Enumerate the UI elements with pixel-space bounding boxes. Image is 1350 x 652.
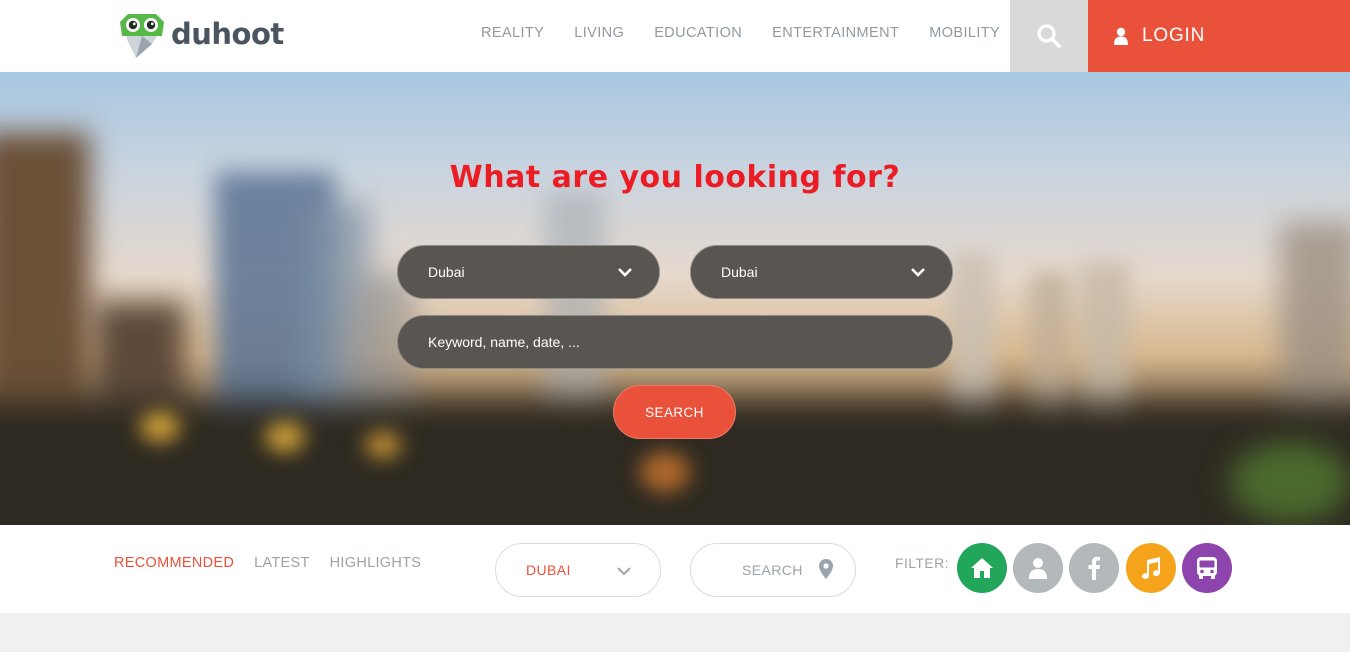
hero-title: What are you looking for? [449,160,901,195]
tab-highlights[interactable]: HIGHLIGHTS [320,555,432,571]
filter-mobility-button[interactable] [1182,543,1232,593]
filter-entertainment-button[interactable] [1126,543,1176,593]
login-label: LOGIN [1142,25,1206,46]
filter-social-button[interactable] [1069,543,1119,593]
logo-wordmark: duhoot [171,17,284,51]
nav-item-education[interactable]: EDUCATION [639,25,757,41]
main-nav: REALITY LIVING EDUCATION ENTERTAINMENT M… [466,0,1015,66]
feed-tabs: RECOMMENDED LATEST HIGHLIGHTS [104,555,431,571]
location-select-two-value: Dubai [721,264,758,280]
facebook-icon [1088,556,1100,580]
bus-icon [1197,557,1217,579]
tab-recommended[interactable]: RECOMMENDED [104,555,244,571]
hero-search-button[interactable]: SEARCH [613,385,736,439]
chevron-down-icon [618,268,632,277]
nav-item-mobility[interactable]: MOBILITY [914,25,1015,41]
location-search-input[interactable]: SEARCH [690,543,856,597]
search-icon [1037,24,1061,48]
home-icon [971,558,993,578]
city-select[interactable]: DUBAI [495,543,661,597]
hero-background-image [0,72,1350,525]
location-select-one[interactable]: Dubai [397,245,660,299]
filter-people-button[interactable] [1013,543,1063,593]
tab-latest[interactable]: LATEST [244,555,320,571]
location-select-one-value: Dubai [428,264,465,280]
map-pin-icon [819,559,833,579]
content-area [0,613,1350,652]
nav-item-living[interactable]: LIVING [559,25,639,41]
keyword-search-input[interactable]: Keyword, name, date, ... [397,315,953,369]
location-search-placeholder: SEARCH [742,562,803,578]
chevron-down-icon [617,567,631,576]
city-select-value: DUBAI [526,562,571,578]
hero-banner: What are you looking for? Dubai Dubai Ke… [0,72,1350,525]
nav-item-entertainment[interactable]: ENTERTAINMENT [757,25,914,41]
owl-logo-icon [118,12,166,60]
filter-label: FILTER: [895,555,949,571]
filter-bar: RECOMMENDED LATEST HIGHLIGHTS DUBAI SEAR… [0,525,1350,613]
duhoot-logo[interactable]: duhoot [118,12,288,60]
chevron-down-icon [911,268,925,277]
nav-item-reality[interactable]: REALITY [466,25,559,41]
login-button[interactable]: LOGIN [1088,0,1350,72]
keyword-placeholder: Keyword, name, date, ... [428,334,580,350]
site-header: duhoot REALITY LIVING EDUCATION ENTERTAI… [0,0,1350,72]
filter-living-button[interactable] [957,543,1007,593]
user-icon [1114,27,1128,45]
person-icon [1029,558,1047,579]
music-icon [1142,557,1160,579]
location-select-two[interactable]: Dubai [690,245,953,299]
header-search-button[interactable] [1010,0,1088,72]
